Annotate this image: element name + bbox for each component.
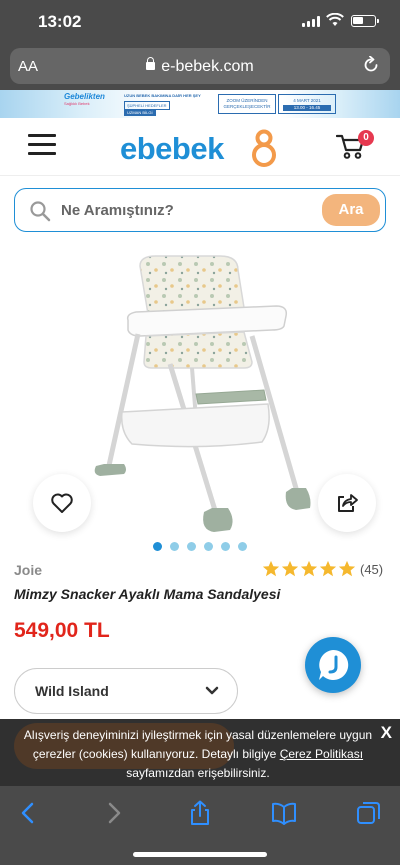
- status-time: 13:02: [38, 12, 82, 31]
- wifi-icon: [326, 13, 344, 26]
- promo-banner[interactable]: Gebelikten Sağlıklı Bebek UZUN BEBEK BAK…: [0, 90, 400, 118]
- share-button[interactable]: [318, 474, 376, 532]
- live-chat-button[interactable]: [305, 637, 361, 693]
- lock-icon: [146, 57, 156, 70]
- signal-icon: [302, 16, 320, 27]
- promo-line3: UZMAN BİLGİ: [124, 109, 156, 116]
- cookie-close-button[interactable]: X: [381, 723, 392, 743]
- cookie-policy-link[interactable]: Çerez Politikası: [280, 747, 363, 761]
- url-display[interactable]: e-bebek.com: [10, 57, 390, 76]
- address-bar[interactable]: AA e-bebek.com: [10, 48, 390, 84]
- browser-address-area: AA e-bebek.com: [0, 44, 400, 90]
- product-brand[interactable]: Joie: [14, 562, 42, 578]
- chevron-down-icon: [205, 686, 219, 695]
- brand-logo[interactable]: ebebek: [120, 128, 290, 168]
- carousel-dot[interactable]: [204, 542, 213, 551]
- site-header: ebebek 0: [0, 118, 400, 176]
- promo-logo: Gebelikten Sağlıklı Bebek: [64, 92, 120, 116]
- carousel-dot[interactable]: [187, 542, 196, 551]
- share-sheet-icon[interactable]: [187, 800, 213, 826]
- promo-time: 13.00 - 16.45: [283, 105, 331, 111]
- promo-box-zoom: ZOOM ÜZERİNDEN GERÇEKLEŞECEKTİR: [218, 94, 276, 114]
- home-indicator: [133, 852, 267, 857]
- url-text: e-bebek.com: [161, 58, 254, 75]
- battery-icon: [351, 15, 379, 27]
- back-icon[interactable]: [16, 800, 42, 826]
- promo-logo-line2: Sağlıklı Bebek: [64, 101, 90, 106]
- promo-box-date: 4 MART 2021 13.00 - 16.45: [278, 94, 336, 114]
- rating-stars[interactable]: [262, 560, 357, 578]
- cookie-text-after: sayfamızdan erişebilirsiniz.: [126, 766, 270, 780]
- variant-select[interactable]: Wild Island: [14, 668, 238, 714]
- tabs-icon[interactable]: [356, 800, 382, 826]
- carousel-dot[interactable]: [238, 542, 247, 551]
- star-icon: [319, 560, 337, 577]
- search-bar: Ara: [14, 188, 386, 232]
- share-icon: [338, 494, 358, 512]
- reload-icon[interactable]: [362, 56, 380, 74]
- star-icon: [281, 560, 299, 577]
- star-icon: [338, 560, 356, 577]
- carousel-dot[interactable]: [170, 542, 179, 551]
- promo-date: 4 MART 2021: [293, 98, 321, 103]
- heart-icon: [51, 493, 73, 513]
- brand-mark-icon: [252, 129, 276, 167]
- search-input[interactable]: [61, 199, 311, 221]
- status-bar: 13:02: [0, 0, 400, 44]
- promo-logo-line1: Gebelikten: [64, 92, 105, 101]
- carousel-indicators: [0, 538, 400, 551]
- cookie-banner: Alışveriş deneyiminizi iyileştirmek için…: [0, 719, 400, 786]
- search-icon: [30, 201, 51, 222]
- forward-icon[interactable]: [100, 800, 126, 826]
- search-button[interactable]: Ara: [322, 194, 380, 226]
- cookie-text: Alışveriş deneyiminizi iyileştirmek için…: [16, 726, 380, 783]
- product-price: 549,00 TL: [14, 619, 110, 642]
- cart-count-badge: 0: [358, 130, 374, 146]
- promo-line1: UZUN BEBEK BAKIMINA DAİR HER ŞEY: [124, 93, 201, 98]
- star-icon: [300, 560, 318, 577]
- variant-value: Wild Island: [35, 683, 109, 699]
- bookmarks-icon[interactable]: [271, 800, 297, 826]
- carousel-dot[interactable]: [153, 542, 162, 551]
- carousel-dot[interactable]: [221, 542, 230, 551]
- product-title: Mimzy Snacker Ayaklı Mama Sandalyesi: [14, 586, 281, 602]
- favorite-button[interactable]: [33, 474, 91, 532]
- star-icon: [262, 560, 280, 577]
- hamburger-icon[interactable]: [28, 134, 56, 156]
- chat-icon: [319, 649, 349, 680]
- review-count[interactable]: (45): [360, 562, 383, 577]
- brand-wordmark: ebebek: [120, 131, 224, 166]
